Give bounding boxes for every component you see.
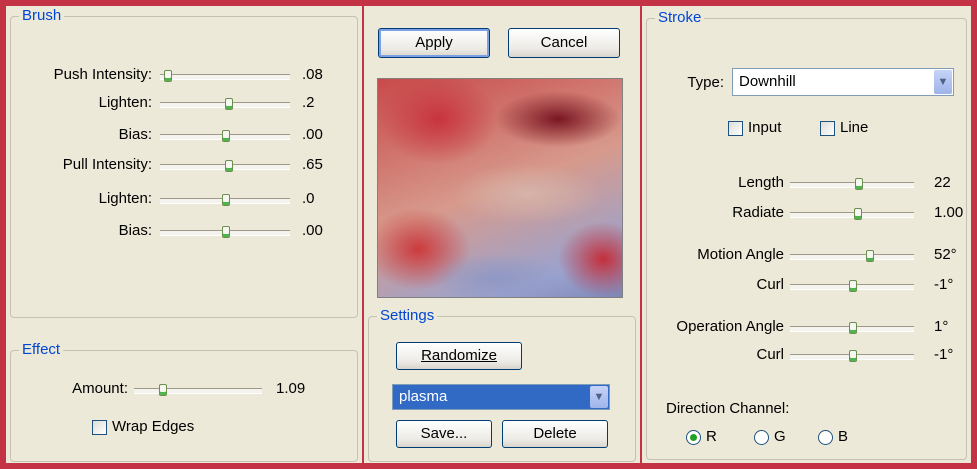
stroke-2-label: Motion Angle xyxy=(697,246,784,263)
brush-2-value: .00 xyxy=(302,126,323,143)
stroke-0-slider[interactable] xyxy=(790,178,914,190)
brush-5-value: .00 xyxy=(302,222,323,239)
direction-channel-label: Direction Channel: xyxy=(666,400,790,417)
channel-r-radio[interactable] xyxy=(686,430,701,445)
brush-3-value: .65 xyxy=(302,156,323,173)
channel-b-radio[interactable] xyxy=(818,430,833,445)
brush-2-label: Bias: xyxy=(118,126,152,143)
brush-3-label: Pull Intensity: xyxy=(62,156,152,173)
wrap-edges-checkbox[interactable] xyxy=(92,420,107,435)
stroke-3-value: -1° xyxy=(934,276,954,293)
brush-group-title: Brush xyxy=(19,7,65,25)
brush-3-slider[interactable] xyxy=(160,160,290,172)
stroke-3-slider-thumb[interactable] xyxy=(849,280,857,292)
amount-slider[interactable] xyxy=(134,384,262,396)
brush-4-label: Lighten: xyxy=(98,190,152,207)
stroke-4-slider[interactable] xyxy=(790,322,914,334)
brush-3-slider-thumb[interactable] xyxy=(224,160,233,172)
wrap-edges-label[interactable]: Wrap Edges xyxy=(112,418,194,436)
stroke-4-slider-thumb[interactable] xyxy=(849,322,857,334)
brush-2-slider[interactable] xyxy=(160,130,290,142)
brush-1-label: Lighten: xyxy=(98,94,152,111)
dialog-window: Brush Push Intensity: .08 Lighten: .2 Bias:.… xyxy=(0,0,977,469)
delete-button[interactable]: Delete xyxy=(502,420,608,448)
amount-label: Amount: xyxy=(72,380,128,397)
stroke-1-label: Radiate xyxy=(732,204,784,221)
line-checkbox[interactable] xyxy=(820,121,835,136)
stroke-type-label: Type: xyxy=(687,74,724,91)
amount-value: 1.09 xyxy=(276,380,306,397)
preset-dropdown[interactable]: plasma ▼ xyxy=(392,384,610,410)
cancel-button[interactable]: Cancel xyxy=(508,28,620,58)
input-checkbox[interactable] xyxy=(728,121,743,136)
brush-0-label: Push Intensity: xyxy=(53,66,152,83)
left-panel: Brush Push Intensity: .08 Lighten: .2 Bias:.… xyxy=(6,6,362,463)
channel-b-label[interactable]: B xyxy=(838,428,848,446)
chevron-down-icon[interactable]: ▼ xyxy=(934,70,952,94)
stroke-3-label: Curl xyxy=(756,276,784,293)
channel-g-label[interactable]: G xyxy=(774,428,786,446)
stroke-2-value: 52° xyxy=(934,246,957,263)
channel-r-label[interactable]: R xyxy=(706,428,717,446)
stroke-0-value: 22 xyxy=(934,174,951,191)
stroke-type-dropdown[interactable]: Downhill ▼ xyxy=(732,68,954,96)
brush-5-label: Bias: xyxy=(118,222,152,239)
save-button[interactable]: Save... xyxy=(396,420,492,448)
stroke-4-label: Operation Angle xyxy=(676,318,784,335)
stroke-3-slider[interactable] xyxy=(790,280,914,292)
brush-4-value: .0 xyxy=(302,190,315,207)
stroke-group-title: Stroke xyxy=(655,9,705,27)
line-label[interactable]: Line xyxy=(840,119,868,137)
stroke-1-slider[interactable] xyxy=(790,208,914,220)
apply-button[interactable]: Apply xyxy=(378,28,490,58)
brush-2-slider-thumb[interactable] xyxy=(222,130,230,142)
chevron-down-icon[interactable]: ▼ xyxy=(590,386,608,408)
stroke-1-slider-thumb[interactable] xyxy=(853,208,862,220)
stroke-2-slider[interactable] xyxy=(790,250,914,262)
channel-g-radio[interactable] xyxy=(754,430,769,445)
stroke-0-slider-thumb[interactable] xyxy=(855,178,864,190)
stroke-5-label: Curl xyxy=(756,346,784,363)
brush-4-slider-thumb[interactable] xyxy=(222,194,230,206)
brush-5-slider-thumb[interactable] xyxy=(222,226,230,238)
randomize-button[interactable]: Randomize xyxy=(396,342,522,370)
brush-0-slider-thumb[interactable] xyxy=(163,70,172,82)
preset-value: plasma xyxy=(399,388,448,405)
brush-4-slider[interactable] xyxy=(160,194,290,206)
stroke-5-slider[interactable] xyxy=(790,350,914,362)
stroke-2-slider-thumb[interactable] xyxy=(866,250,875,262)
input-label[interactable]: Input xyxy=(748,119,781,137)
effect-group: Effect xyxy=(10,341,358,462)
amount-slider-thumb[interactable] xyxy=(159,384,168,396)
brush-1-slider[interactable] xyxy=(160,98,290,110)
randomize-label: Randomize xyxy=(421,347,497,364)
stroke-4-value: 1° xyxy=(934,318,949,335)
right-panel: Stroke Type: Downhill ▼ Input Line Lengt… xyxy=(642,6,971,463)
stroke-1-value: 1.00 xyxy=(934,204,964,221)
stroke-5-slider-thumb[interactable] xyxy=(849,350,857,362)
stroke-5-value: -1° xyxy=(934,346,954,363)
settings-group-title: Settings xyxy=(377,307,438,325)
stroke-type-value: Downhill xyxy=(739,73,796,90)
effect-group-title: Effect xyxy=(19,341,64,359)
preview-image xyxy=(377,78,623,298)
brush-1-slider-thumb[interactable] xyxy=(224,98,233,110)
stroke-0-label: Length xyxy=(738,174,784,191)
brush-1-value: .2 xyxy=(302,94,315,111)
brush-0-slider[interactable] xyxy=(160,70,290,82)
brush-5-slider[interactable] xyxy=(160,226,290,238)
brush-0-value: .08 xyxy=(302,66,323,83)
